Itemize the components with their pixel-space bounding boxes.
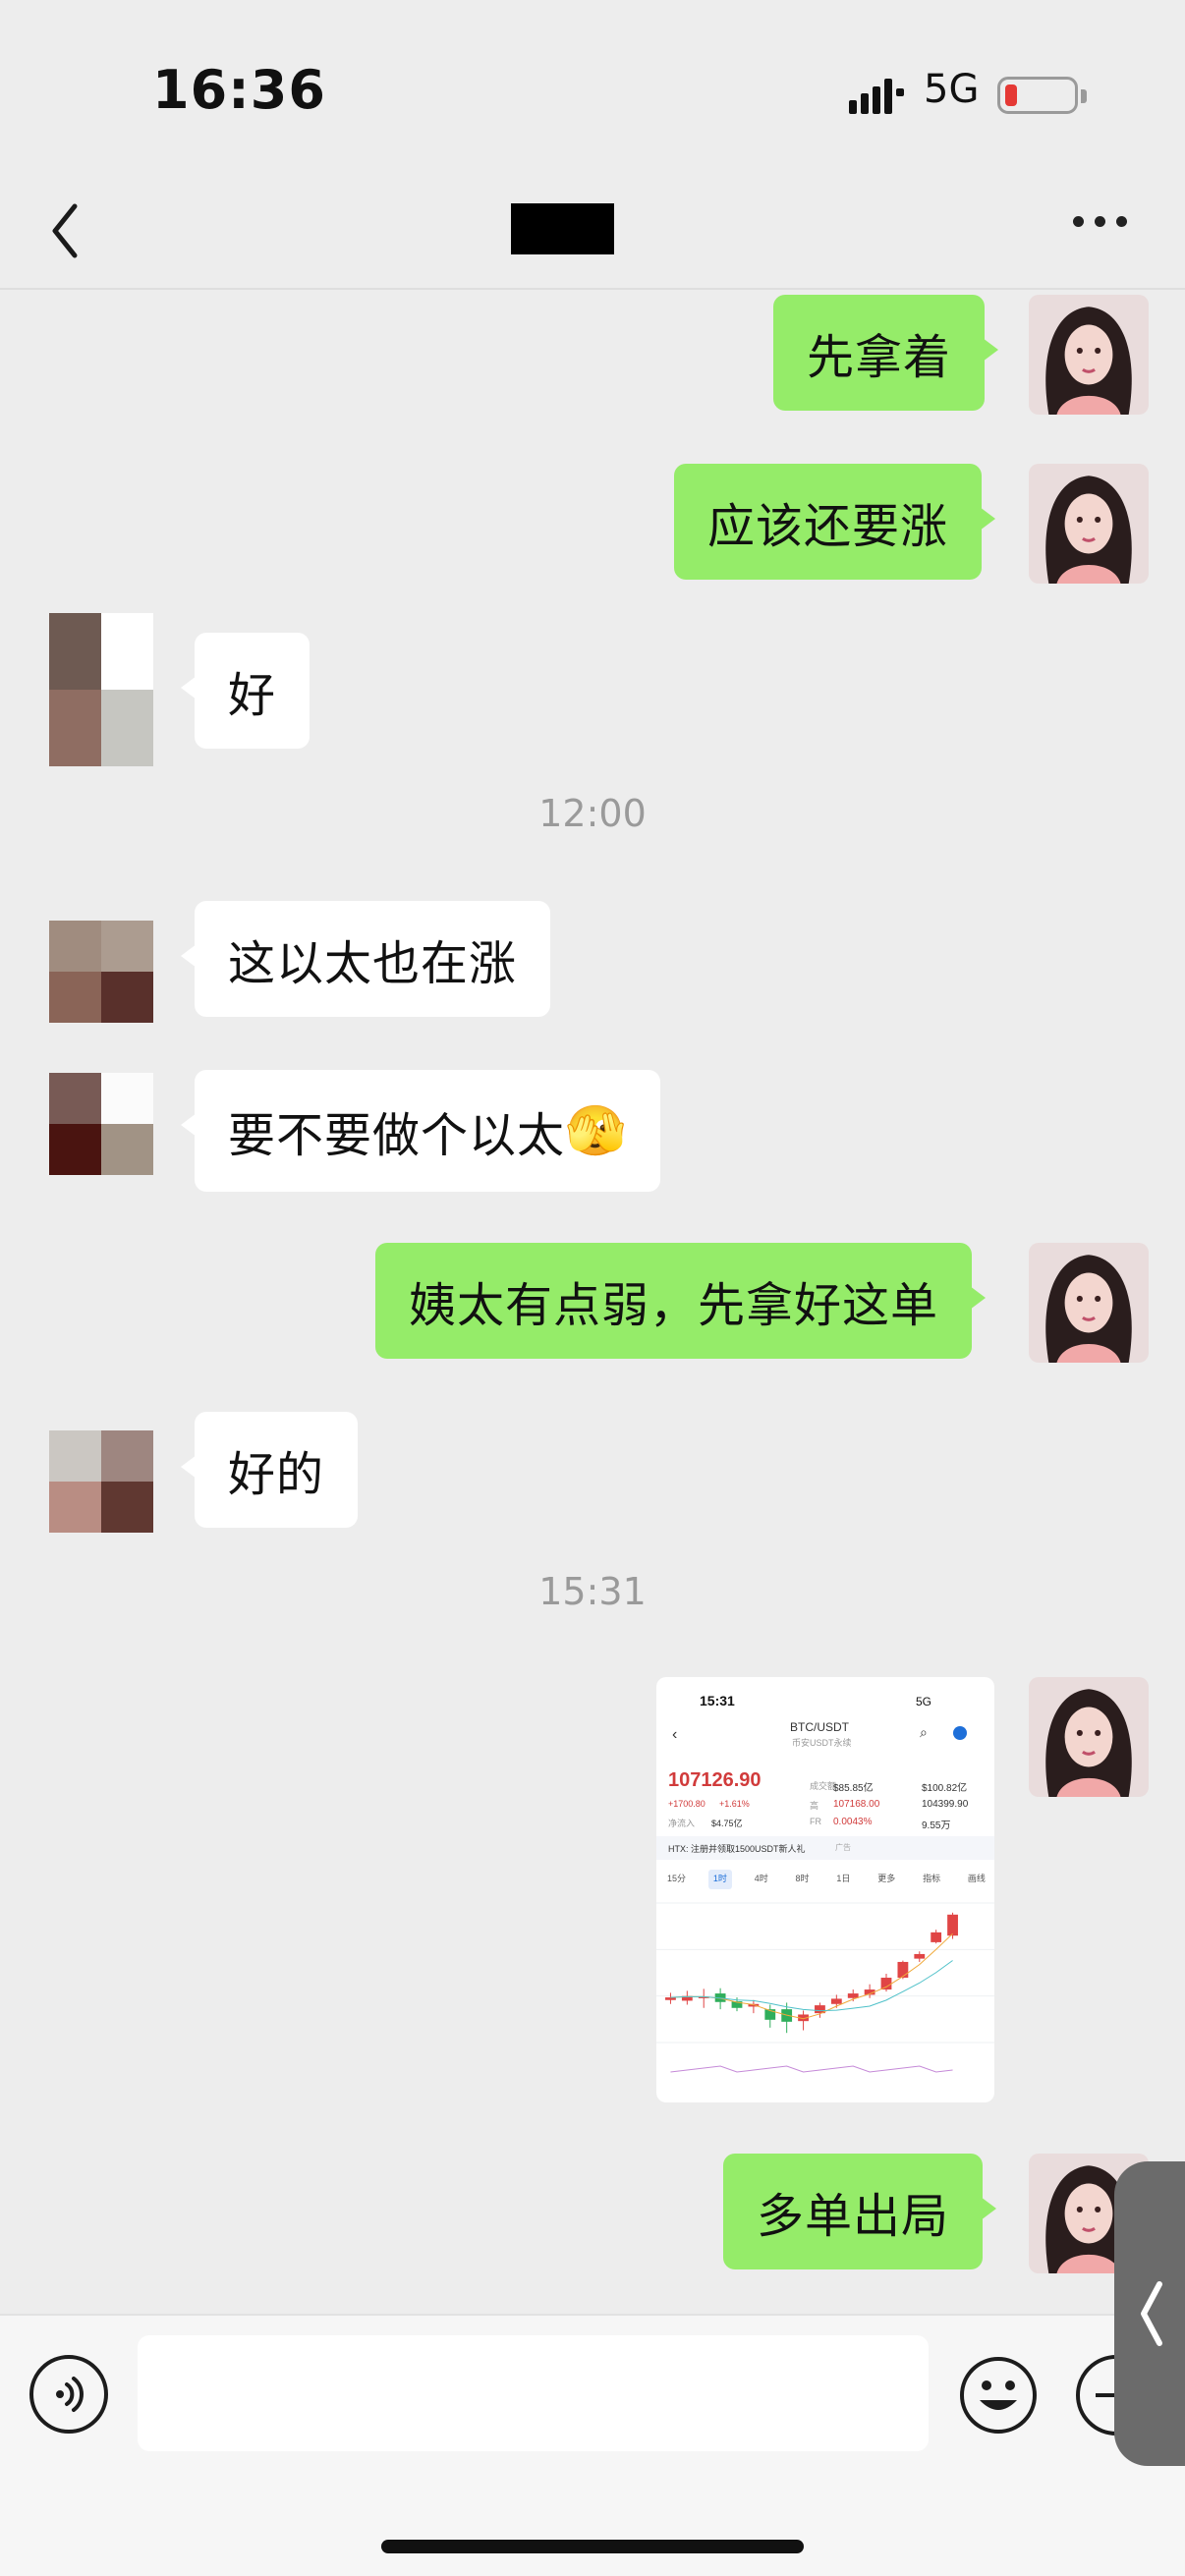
shot-ma-line <box>670 1960 953 2012</box>
shot-funding-label: FR <box>810 1817 821 1826</box>
message-bubble-incoming[interactable]: 好的 <box>180 1412 359 1528</box>
shot-candle <box>947 1914 958 1936</box>
shot-banner: HTX: 注册并领取1500USDT新人礼 <box>668 1844 806 1854</box>
shot-back-icon: ‹ <box>672 1726 678 1743</box>
shot-turnover-label: 成交额 <box>810 1781 837 1791</box>
shot-tab: 1时 <box>707 1870 732 1889</box>
message-bubble-outgoing[interactable]: 先拿着 <box>773 295 999 411</box>
contact-avatar-pixelated[interactable] <box>49 1430 153 1533</box>
shot-tab: 15分 <box>667 1874 687 1883</box>
floating-side-handle[interactable] <box>1114 2161 1185 2466</box>
message-bubble-outgoing[interactable]: 姨太有点弱，先拿好这单 <box>375 1243 987 1359</box>
shot-candle <box>931 1932 942 1942</box>
shot-tab: 更多 <box>877 1874 896 1883</box>
shot-high-label: 高 <box>810 1801 819 1811</box>
shot-funding: 0.0043% <box>833 1817 873 1827</box>
shot-pair-sub: 币安USDT永续 <box>792 1738 852 1748</box>
shot-volume: 9.55万 <box>922 1820 951 1831</box>
shot-ma-line <box>670 1932 953 2020</box>
shot-indicator-line <box>670 2065 953 2073</box>
battery-icon <box>997 77 1087 114</box>
message-bubble-outgoing[interactable]: 应该还要涨 <box>674 464 996 580</box>
shot-candlestick-chart <box>656 1902 994 2073</box>
shot-candle <box>880 1978 892 1990</box>
more-dots-icon[interactable] <box>1073 216 1132 236</box>
timestamp: 12:00 <box>538 792 647 835</box>
message-bubble-outgoing[interactable]: 多单出局 <box>723 2154 997 2269</box>
contact-avatar-pixelated[interactable] <box>49 921 153 1023</box>
shot-price: 107126.90 <box>668 1769 762 1791</box>
my-avatar[interactable] <box>1029 1677 1149 1797</box>
message-bubble-incoming[interactable]: 好 <box>180 633 310 749</box>
home-indicator <box>381 2540 804 2553</box>
shot-network: 5G <box>916 1695 932 1708</box>
shot-open-interest: $100.82亿 <box>922 1783 968 1794</box>
my-avatar[interactable] <box>1029 295 1149 415</box>
shot-status-time: 15:31 <box>700 1693 735 1708</box>
shot-turnover: $85.85亿 <box>833 1783 874 1794</box>
chat-title-redacted <box>511 203 614 254</box>
shot-candle <box>830 1998 842 2004</box>
voice-icon[interactable] <box>29 2355 108 2434</box>
message-bubble-incoming[interactable]: 要不要做个以太 🫣 <box>180 1070 661 1192</box>
shot-timeframe-tabs: 15分 1时 4时 8时 1日 更多 指标 画线 <box>662 1870 990 1889</box>
shot-high: 107168.00 <box>833 1799 880 1810</box>
message-bubble-incoming[interactable]: 这以太也在涨 <box>180 901 551 1017</box>
chevron-left-icon[interactable] <box>47 196 116 265</box>
shared-chart-screenshot[interactable]: 15:31 5G ‹ BTC/USDT 币安USDT永续 ⌕ 107126.90… <box>656 1677 994 2102</box>
shot-net-inflow: $4.75亿 <box>711 1819 743 1828</box>
message-input[interactable] <box>138 2335 929 2451</box>
shot-search-icon: ⌕ <box>920 1724 928 1740</box>
timestamp: 15:31 <box>538 1570 647 1613</box>
contact-avatar-pixelated[interactable] <box>49 613 153 766</box>
shot-low: 104399.90 <box>922 1799 969 1810</box>
shot-app-icon <box>953 1726 967 1740</box>
shot-pair: BTC/USDT <box>790 1720 849 1734</box>
message-text: 要不要做个以太 <box>228 1108 566 1163</box>
shot-tab: 1日 <box>836 1874 851 1883</box>
my-avatar[interactable] <box>1029 464 1149 584</box>
shot-tab: 画线 <box>967 1874 986 1883</box>
my-avatar[interactable] <box>1029 1243 1149 1363</box>
shot-change-abs: +1700.80 <box>668 1799 705 1809</box>
shot-candle <box>847 1993 859 1998</box>
shot-net-inflow-label: 净流入 <box>668 1819 696 1828</box>
emoji-face-icon[interactable] <box>958 2355 1039 2436</box>
shot-banner-tag: 广告 <box>835 1843 851 1852</box>
shot-candle <box>914 1953 926 1959</box>
shot-change-pct: +1.61% <box>719 1799 750 1809</box>
peek-emoji-icon: 🫣 <box>565 1101 628 1159</box>
shot-tab: 指标 <box>923 1874 941 1883</box>
contact-avatar-pixelated[interactable] <box>49 1073 153 1175</box>
signal-icon <box>849 79 904 114</box>
status-time: 16:36 <box>152 59 326 121</box>
shot-tab: 4时 <box>754 1874 768 1883</box>
shot-tab: 8时 <box>795 1874 810 1883</box>
shot-candle <box>665 1997 676 2000</box>
network-label: 5G <box>924 67 980 112</box>
shot-candle <box>897 1961 909 1979</box>
chevron-left-icon <box>1141 2281 1162 2346</box>
